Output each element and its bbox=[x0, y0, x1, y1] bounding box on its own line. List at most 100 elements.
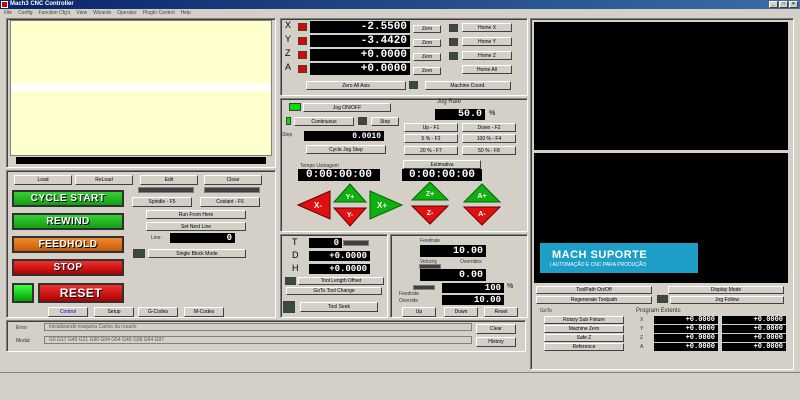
estimate-button[interactable]: Estimativa bbox=[403, 160, 481, 169]
goto-label: GoTo bbox=[540, 308, 552, 314]
reset-button[interactable]: RESET bbox=[38, 283, 124, 303]
menu-function-cfg[interactable]: Function Cfg's bbox=[39, 9, 71, 18]
rotary-sub-fixture-button[interactable]: Rotary Sub Fixture bbox=[544, 316, 624, 324]
tool-height-value[interactable]: +0.0000 bbox=[309, 264, 370, 274]
jog-100pct-f4-button[interactable]: 100 % - F4 bbox=[462, 134, 516, 143]
reference-button[interactable]: Reference bbox=[544, 343, 624, 351]
machine-coord-button[interactable]: Machine Coord. bbox=[425, 81, 511, 90]
jog-rate-value[interactable]: 50.0 bbox=[435, 109, 485, 120]
zero-z-button[interactable]: Zero bbox=[413, 53, 441, 61]
override-label: Override bbox=[399, 298, 419, 304]
feed-override-value[interactable]: 10.00 bbox=[442, 295, 504, 305]
home-z-led bbox=[449, 52, 458, 60]
jog-x-plus-button[interactable]: X+ bbox=[369, 190, 404, 220]
dro-a[interactable]: +0.0000 bbox=[310, 63, 410, 75]
jog-y-plus-button[interactable]: Y+ bbox=[332, 183, 368, 203]
dro-y[interactable]: -3.4420 bbox=[310, 35, 410, 47]
rewind-button[interactable]: REWIND bbox=[12, 213, 124, 230]
close-file-button[interactable]: Close bbox=[204, 175, 262, 185]
jog-follow-button[interactable]: Jog Follow bbox=[670, 296, 784, 304]
dro-z[interactable]: +0.0000 bbox=[310, 49, 410, 61]
set-next-line-button[interactable]: Set Next Line bbox=[146, 222, 246, 231]
step-size-value[interactable]: 0.0010 bbox=[304, 131, 384, 141]
feed-down-button[interactable]: Down bbox=[444, 307, 478, 317]
continuous-button[interactable]: Continuous bbox=[294, 117, 354, 126]
dro-x[interactable]: -2.5500 bbox=[310, 21, 410, 33]
minimize-button[interactable]: _ bbox=[769, 1, 778, 8]
feed-reset-button[interactable]: Reset bbox=[484, 307, 518, 317]
error-label: Error bbox=[16, 325, 28, 331]
line-number-value[interactable]: 0 bbox=[170, 233, 235, 243]
feedrate-value[interactable]: 10.00 bbox=[420, 245, 486, 257]
jog-arrows: X- Y+ Y- X+ Z+ Z- A+ A- bbox=[296, 182, 502, 227]
jog-down-f2-button[interactable]: Down - F2 bbox=[462, 123, 516, 132]
load-button[interactable]: Load bbox=[14, 175, 72, 185]
run-from-here-button[interactable]: Run From Here bbox=[146, 210, 246, 219]
tool-number-value[interactable]: 0 bbox=[309, 238, 342, 248]
coolant-f6-button[interactable]: Coolant - F6 bbox=[200, 197, 260, 207]
menu-help[interactable]: Help bbox=[181, 9, 191, 18]
menu-config[interactable]: Config bbox=[18, 9, 32, 18]
regenerate-toolpath-button[interactable]: Regenerate Toolpath bbox=[536, 296, 652, 304]
feedhold-button[interactable]: FEEDHOLD bbox=[12, 236, 124, 253]
display-mode-button[interactable]: Display Mode bbox=[668, 286, 784, 294]
spindle-f5-button[interactable]: Spindle - F5 bbox=[132, 197, 192, 207]
machine-zero-button[interactable]: Machine Zero bbox=[544, 325, 624, 333]
menu-wizards[interactable]: Wizards bbox=[93, 9, 111, 18]
close-window-button[interactable]: × bbox=[789, 1, 798, 8]
jog-x-minus-button[interactable]: X- bbox=[296, 190, 331, 220]
jog-20pct-f7-button[interactable]: 20 % - F7 bbox=[404, 146, 458, 155]
menu-bar: File Config Function Cfg's View Wizards … bbox=[0, 9, 800, 18]
bottom-status-strip bbox=[0, 372, 800, 400]
extent-y-max: +0.0000 bbox=[722, 325, 786, 333]
menu-plugin-control[interactable]: PlugIn Control bbox=[143, 9, 175, 18]
zero-y-button[interactable]: Zero bbox=[413, 39, 441, 47]
home-all-button[interactable]: Home All bbox=[462, 65, 512, 74]
jog-on-off-button[interactable]: Jog ON/OFF bbox=[303, 103, 391, 112]
jog-up-f1-button[interactable]: Up - F1 bbox=[404, 123, 458, 132]
tab-m-codes[interactable]: M-Codes bbox=[184, 307, 224, 317]
extent-a-max: +0.0000 bbox=[722, 343, 786, 351]
tool-length-offset-button[interactable]: Tool Length Offset bbox=[298, 277, 384, 285]
zero-a-button[interactable]: Zero bbox=[413, 67, 441, 75]
feed-override-bar[interactable] bbox=[413, 285, 435, 290]
jog-5pct-f3-button[interactable]: 5 % - F3 bbox=[404, 134, 458, 143]
stop-button[interactable]: STOP bbox=[12, 259, 124, 276]
jog-50pct-f8-button[interactable]: 50 % - F8 bbox=[462, 146, 516, 155]
history-button[interactable]: History bbox=[476, 337, 516, 347]
tab-g-codes[interactable]: G-Codes bbox=[138, 307, 178, 317]
menu-operator[interactable]: Operator bbox=[117, 9, 137, 18]
single-block-button[interactable]: Single Block Mode bbox=[148, 249, 246, 258]
home-x-button[interactable]: Home X bbox=[462, 23, 512, 32]
menu-view[interactable]: View bbox=[76, 9, 87, 18]
goto-tool-change-button[interactable]: GoTo Tool Change bbox=[286, 287, 382, 295]
tool-diameter-value[interactable]: +0.0000 bbox=[309, 251, 370, 261]
safe-z-button[interactable]: Safe Z bbox=[544, 334, 624, 342]
jog-z-plus-button[interactable]: Z+ bbox=[410, 182, 450, 201]
menu-file[interactable]: File bbox=[4, 9, 12, 18]
tab-control[interactable]: Control bbox=[48, 307, 88, 317]
cycle-jog-step-button[interactable]: Cycle Jog Step bbox=[306, 145, 386, 154]
zero-all-axis-button[interactable]: Zero All Axis bbox=[306, 81, 406, 90]
reload-button[interactable]: ReLoad bbox=[75, 175, 133, 185]
edit-button[interactable]: Edit bbox=[140, 175, 198, 185]
gcode-display[interactable] bbox=[10, 20, 272, 156]
clear-button[interactable]: Clear bbox=[476, 324, 516, 334]
zero-x-button[interactable]: Zero bbox=[413, 25, 441, 33]
tab-setup[interactable]: Setup bbox=[94, 307, 134, 317]
home-z-button[interactable]: Home Z bbox=[462, 51, 512, 60]
jog-a-minus-button[interactable]: A- bbox=[462, 206, 502, 226]
jog-z-minus-button[interactable]: Z- bbox=[410, 205, 450, 225]
step-button[interactable]: Step bbox=[371, 117, 399, 126]
tool-seek-button[interactable]: Tool Seek bbox=[300, 302, 378, 312]
home-y-button[interactable]: Home Y bbox=[462, 37, 512, 46]
jog-a-plus-button[interactable]: A+ bbox=[462, 183, 502, 203]
maximize-button[interactable]: □ bbox=[779, 1, 788, 8]
feed-override-pct[interactable]: 100 bbox=[442, 283, 504, 293]
jog-y-minus-button[interactable]: Y- bbox=[332, 207, 368, 227]
cycle-start-button[interactable]: CYCLE START bbox=[12, 190, 124, 207]
toolpath-on-off-button[interactable]: ToolPath On/Off bbox=[536, 286, 652, 294]
gcode-scrollbar[interactable] bbox=[16, 157, 266, 164]
toolpath-display-top[interactable] bbox=[534, 22, 788, 150]
feed-up-button[interactable]: Up bbox=[402, 307, 436, 317]
